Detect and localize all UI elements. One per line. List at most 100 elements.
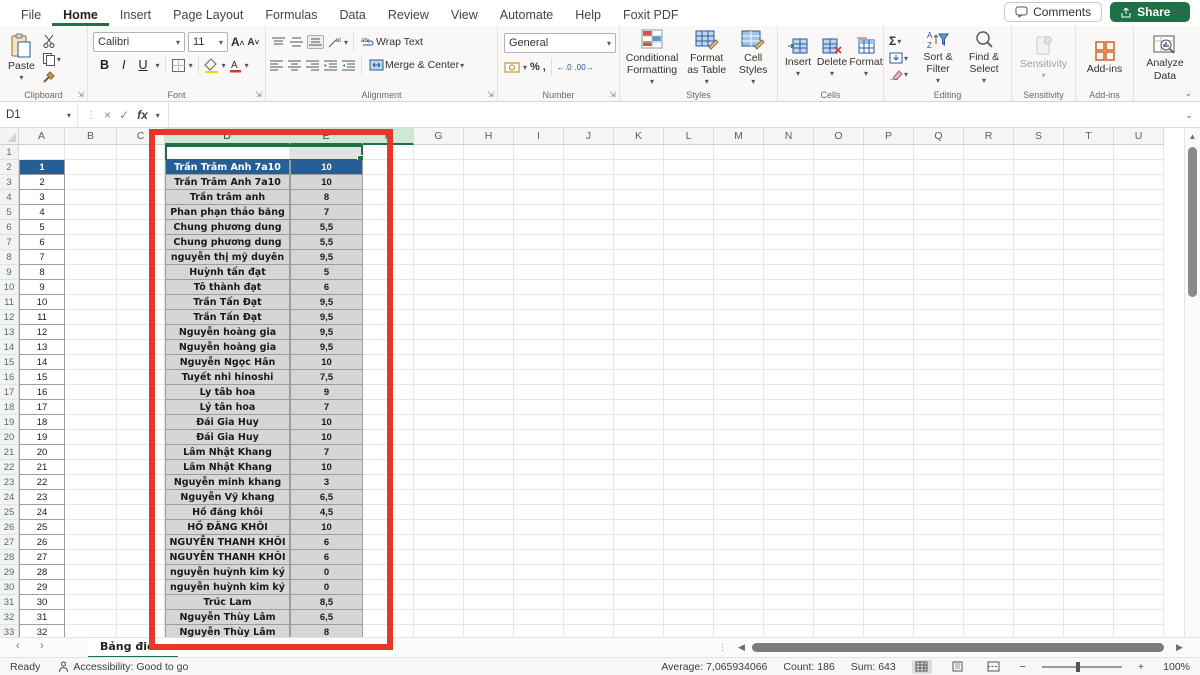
font-dialog-launcher[interactable]: ⇲ — [255, 90, 262, 99]
paste-button[interactable]: Paste▾ — [3, 29, 40, 87]
cell-B22[interactable] — [65, 460, 117, 475]
cell-J32[interactable] — [564, 610, 614, 625]
cell-B20[interactable] — [65, 430, 117, 445]
cell-C20[interactable] — [117, 430, 165, 445]
accessibility-status[interactable]: Accessibility: Good to go — [58, 661, 188, 673]
cell-P3[interactable] — [864, 175, 914, 190]
cell-J1[interactable] — [564, 145, 614, 160]
cell-I28[interactable] — [514, 550, 564, 565]
cell-E7[interactable]: 5,5 — [290, 235, 363, 250]
cell-S31[interactable] — [1014, 595, 1064, 610]
cell-T27[interactable] — [1064, 535, 1114, 550]
cell-O29[interactable] — [814, 565, 864, 580]
align-right-icon[interactable] — [305, 59, 320, 71]
cell-J20[interactable] — [564, 430, 614, 445]
cell-H30[interactable] — [464, 580, 514, 595]
cell-F1[interactable] — [363, 145, 414, 160]
cell-G23[interactable] — [414, 475, 464, 490]
cell-T31[interactable] — [1064, 595, 1114, 610]
cell-D2[interactable]: Trần Trâm Anh 7a10 — [165, 160, 290, 175]
cell-O15[interactable] — [814, 355, 864, 370]
cell-R3[interactable] — [964, 175, 1014, 190]
scroll-left-arrow[interactable]: ◀ — [738, 642, 745, 653]
column-header-A[interactable]: A — [19, 128, 65, 145]
cell-U19[interactable] — [1114, 415, 1164, 430]
column-header-J[interactable]: J — [564, 128, 614, 145]
cell-N12[interactable] — [764, 310, 814, 325]
cell-H28[interactable] — [464, 550, 514, 565]
cell-R6[interactable] — [964, 220, 1014, 235]
cell-B27[interactable] — [65, 535, 117, 550]
cell-G20[interactable] — [414, 430, 464, 445]
cell-H17[interactable] — [464, 385, 514, 400]
cell-M3[interactable] — [714, 175, 764, 190]
cell-D7[interactable]: Chung phương dung — [165, 235, 290, 250]
cell-A7[interactable]: 6 — [19, 235, 65, 250]
cell-T17[interactable] — [1064, 385, 1114, 400]
cell-N30[interactable] — [764, 580, 814, 595]
decrease-indent-icon[interactable] — [323, 59, 338, 71]
cell-L24[interactable] — [664, 490, 714, 505]
cell-O22[interactable] — [814, 460, 864, 475]
cell-C16[interactable] — [117, 370, 165, 385]
cell-I13[interactable] — [514, 325, 564, 340]
cell-R27[interactable] — [964, 535, 1014, 550]
copy-button[interactable]: ▾ — [40, 51, 63, 67]
cell-J30[interactable] — [564, 580, 614, 595]
cell-K20[interactable] — [614, 430, 664, 445]
cell-E28[interactable]: 6 — [290, 550, 363, 565]
cell-C5[interactable] — [117, 205, 165, 220]
cell-J15[interactable] — [564, 355, 614, 370]
cell-H12[interactable] — [464, 310, 514, 325]
cell-T1[interactable] — [1064, 145, 1114, 160]
cell-O14[interactable] — [814, 340, 864, 355]
tab-data[interactable]: Data — [328, 3, 376, 26]
cell-N31[interactable] — [764, 595, 814, 610]
cell-Q5[interactable] — [914, 205, 964, 220]
cell-R5[interactable] — [964, 205, 1014, 220]
cell-R2[interactable] — [964, 160, 1014, 175]
cell-E25[interactable]: 4,5 — [290, 505, 363, 520]
cell-N23[interactable] — [764, 475, 814, 490]
cell-E1[interactable] — [290, 145, 363, 160]
cell-I24[interactable] — [514, 490, 564, 505]
cell-E30[interactable]: 0 — [290, 580, 363, 595]
cell-U4[interactable] — [1114, 190, 1164, 205]
cell-R20[interactable] — [964, 430, 1014, 445]
cell-G12[interactable] — [414, 310, 464, 325]
zoom-level[interactable]: 100% — [1160, 661, 1190, 673]
cell-G14[interactable] — [414, 340, 464, 355]
cell-B28[interactable] — [65, 550, 117, 565]
cell-T19[interactable] — [1064, 415, 1114, 430]
borders-icon[interactable] — [171, 58, 186, 73]
cell-N8[interactable] — [764, 250, 814, 265]
cell-J26[interactable] — [564, 520, 614, 535]
cell-D31[interactable]: Trúc Lam — [165, 595, 290, 610]
cell-G24[interactable] — [414, 490, 464, 505]
cell-G11[interactable] — [414, 295, 464, 310]
cell-B32[interactable] — [65, 610, 117, 625]
cell-N2[interactable] — [764, 160, 814, 175]
cell-O7[interactable] — [814, 235, 864, 250]
cell-M18[interactable] — [714, 400, 764, 415]
cell-N25[interactable] — [764, 505, 814, 520]
row-header-6[interactable]: 6 — [0, 220, 19, 235]
cell-H13[interactable] — [464, 325, 514, 340]
cell-F32[interactable] — [363, 610, 414, 625]
cell-G27[interactable] — [414, 535, 464, 550]
cell-N22[interactable] — [764, 460, 814, 475]
cell-R31[interactable] — [964, 595, 1014, 610]
cell-U5[interactable] — [1114, 205, 1164, 220]
cell-J8[interactable] — [564, 250, 614, 265]
cell-K18[interactable] — [614, 400, 664, 415]
cell-B17[interactable] — [65, 385, 117, 400]
cell-K22[interactable] — [614, 460, 664, 475]
cell-S12[interactable] — [1014, 310, 1064, 325]
cell-E18[interactable]: 7 — [290, 400, 363, 415]
select-all-corner[interactable] — [0, 128, 19, 145]
cell-G18[interactable] — [414, 400, 464, 415]
cell-J29[interactable] — [564, 565, 614, 580]
font-family-combobox[interactable]: Calibri▾ — [93, 32, 185, 52]
accounting-format-icon[interactable] — [504, 61, 520, 74]
cell-K3[interactable] — [614, 175, 664, 190]
